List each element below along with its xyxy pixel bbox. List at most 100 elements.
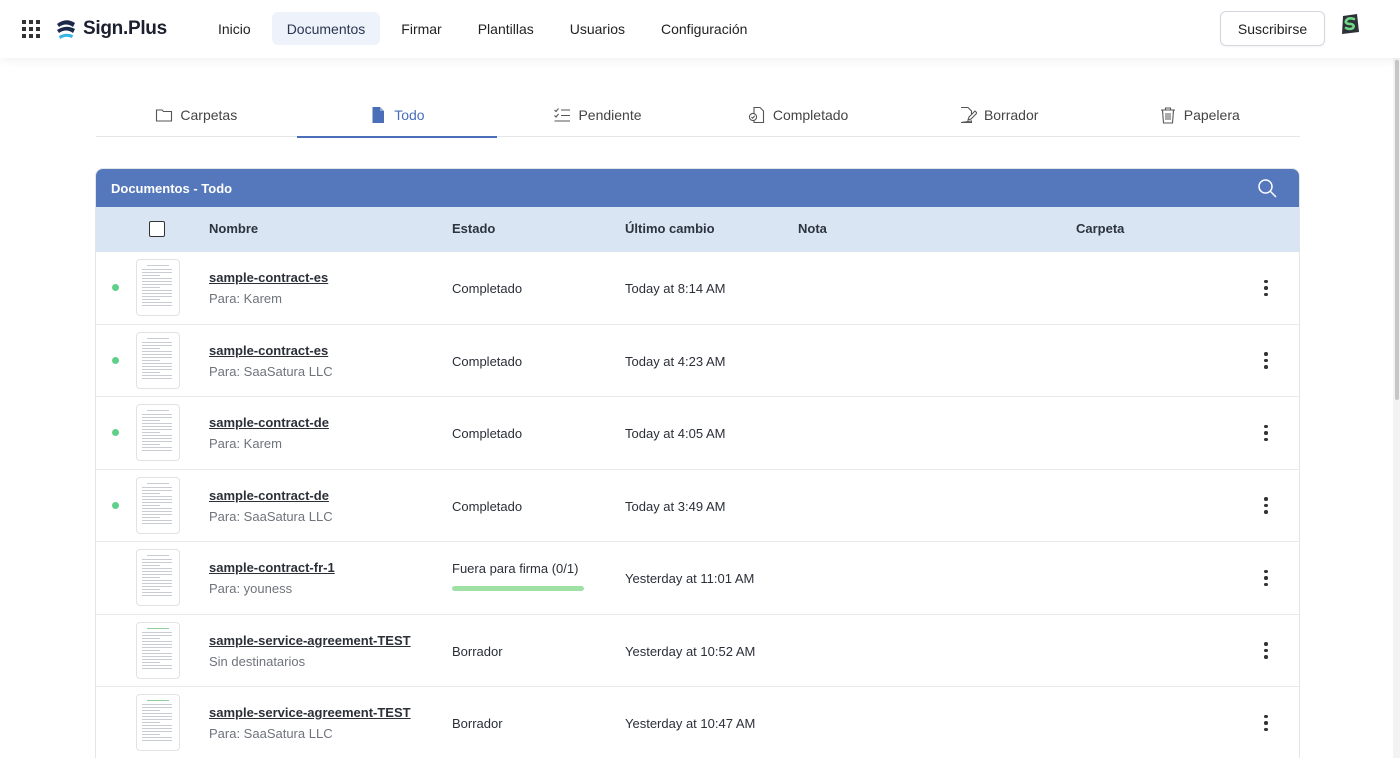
column-header-folder[interactable]: Carpeta bbox=[1076, 221, 1124, 236]
row-actions-menu-icon[interactable] bbox=[1256, 566, 1276, 590]
document-status: Completado bbox=[452, 498, 523, 514]
document-last-change: Yesterday at 10:52 AM bbox=[625, 643, 756, 659]
document-recipient: Sin destinatarios bbox=[209, 653, 306, 669]
table-column-headers: Nombre Estado Último cambio Nota Carpeta bbox=[96, 207, 1299, 252]
document-name-link[interactable]: sample-service-agreement-TEST bbox=[209, 633, 411, 648]
brand-name: Sign.Plus bbox=[83, 18, 167, 39]
document-thumbnail[interactable] bbox=[136, 331, 180, 389]
tab-label: Carpetas bbox=[180, 107, 238, 123]
tab-carpetas[interactable]: Carpetas bbox=[96, 94, 297, 136]
table-row[interactable]: sample-contract-de Para: Karem Completado T… bbox=[96, 397, 1299, 470]
document-name-link[interactable]: sample-contract-de bbox=[209, 415, 329, 430]
document-thumbnail[interactable] bbox=[136, 404, 180, 461]
tab-label: Pendiente bbox=[578, 107, 642, 123]
user-avatar[interactable] bbox=[1339, 13, 1361, 35]
trash-icon bbox=[1160, 107, 1175, 124]
subscribe-button[interactable]: Suscribirse bbox=[1220, 11, 1325, 46]
document-thumbnail[interactable] bbox=[136, 549, 180, 606]
document-recipient: Para: Karem bbox=[209, 291, 282, 306]
nav-inicio[interactable]: Inicio bbox=[203, 12, 266, 45]
completed-document-icon bbox=[748, 106, 764, 124]
row-actions-menu-icon[interactable] bbox=[1256, 276, 1276, 300]
table-row[interactable]: sample-contract-de Para: SaaSatura LLC Com… bbox=[96, 470, 1299, 542]
page-scrollbar-thumb[interactable] bbox=[1395, 60, 1399, 400]
document-status: Completado bbox=[452, 281, 523, 296]
tab-todo[interactable]: Todo bbox=[296, 94, 498, 138]
app-grid-icon[interactable] bbox=[22, 20, 40, 38]
document-icon bbox=[372, 107, 385, 123]
table-row[interactable]: sample-contract-es Para: Karem Completado T… bbox=[96, 252, 1299, 325]
tab-pendiente[interactable]: Pendiente bbox=[497, 94, 698, 136]
tab-completado[interactable]: Completado bbox=[698, 94, 899, 136]
document-name-link[interactable]: sample-contract-es bbox=[209, 343, 328, 358]
document-status: Fuera para firma (0/1) bbox=[452, 561, 579, 576]
document-last-change: Today at 3:49 AM bbox=[625, 498, 726, 514]
documents-table: Documentos - Todo Nombre Estado Último c… bbox=[95, 168, 1300, 758]
document-recipient: Para: Karem bbox=[209, 436, 282, 451]
table-title: Documentos - Todo bbox=[111, 180, 233, 196]
document-recipient: Para: SaaSatura LLC bbox=[209, 508, 333, 524]
table-row[interactable]: sample-service-agreement-TEST Para: SaaSa… bbox=[96, 687, 1299, 758]
table-row[interactable]: sample-contract-es Para: SaaSatura LLC Com… bbox=[96, 325, 1299, 397]
column-header-last-change[interactable]: Último cambio bbox=[625, 221, 715, 236]
row-actions-menu-icon[interactable] bbox=[1256, 421, 1276, 445]
table-body: sample-contract-es Para: Karem Completado T… bbox=[96, 252, 1299, 758]
draft-pen-icon bbox=[960, 106, 977, 124]
document-recipient: Para: youness bbox=[209, 581, 293, 596]
tab-label: Papelera bbox=[1183, 107, 1240, 123]
signing-progress-fill bbox=[452, 586, 584, 591]
nav-plantillas[interactable]: Plantillas bbox=[463, 12, 549, 45]
document-name-link[interactable]: sample-service-agreement-TEST bbox=[209, 705, 411, 720]
tab-label: Borrador bbox=[983, 107, 1039, 123]
search-icon[interactable] bbox=[1257, 178, 1277, 198]
document-recipient: Para: SaaSatura LLC bbox=[209, 363, 333, 379]
nav-usuarios[interactable]: Usuarios bbox=[555, 12, 640, 45]
nav-configuracion[interactable]: Configuración bbox=[646, 12, 762, 45]
main-nav: Inicio Documentos Firmar Plantillas Usua… bbox=[203, 12, 762, 45]
completed-status-dot bbox=[112, 501, 119, 509]
document-status: Borrador bbox=[452, 643, 503, 659]
folder-icon bbox=[156, 109, 173, 122]
column-header-note[interactable]: Nota bbox=[798, 221, 827, 236]
completed-status-dot bbox=[112, 429, 119, 436]
sign-plus-logo-icon bbox=[57, 20, 75, 39]
document-tabs: Carpetas Todo Pendiente Completado Borra… bbox=[96, 94, 1300, 138]
document-last-change: Today at 8:14 AM bbox=[625, 281, 726, 296]
nav-firmar[interactable]: Firmar bbox=[386, 12, 456, 45]
document-name-link[interactable]: sample-contract-fr-1 bbox=[209, 560, 335, 575]
signing-progress-bar bbox=[452, 586, 584, 591]
document-recipient: Para: SaaSatura LLC bbox=[209, 726, 333, 741]
tab-borrador[interactable]: Borrador bbox=[898, 94, 1099, 136]
document-thumbnail[interactable] bbox=[136, 476, 180, 534]
document-last-change: Yesterday at 10:47 AM bbox=[625, 716, 756, 731]
completed-status-dot bbox=[112, 356, 119, 364]
column-header-name[interactable]: Nombre bbox=[209, 221, 258, 236]
row-actions-menu-icon[interactable] bbox=[1256, 711, 1276, 735]
row-actions-menu-icon[interactable] bbox=[1256, 494, 1276, 518]
tab-label: Todo bbox=[394, 107, 425, 123]
document-last-change: Today at 4:05 AM bbox=[625, 426, 726, 441]
document-last-change: Today at 4:23 AM bbox=[625, 353, 726, 369]
document-status: Borrador bbox=[452, 716, 503, 731]
completed-status-dot bbox=[112, 284, 119, 291]
document-name-link[interactable]: sample-contract-de bbox=[209, 488, 329, 503]
document-status: Completado bbox=[452, 353, 523, 369]
tab-papelera[interactable]: Papelera bbox=[1099, 94, 1300, 136]
document-thumbnail[interactable] bbox=[136, 694, 180, 751]
row-actions-menu-icon[interactable] bbox=[1256, 639, 1276, 663]
top-navbar: Sign.Plus Inicio Documentos Firmar Plant… bbox=[0, 0, 1400, 58]
table-row[interactable]: sample-contract-fr-1 Para: youness Fuera p… bbox=[96, 542, 1299, 615]
nav-documentos[interactable]: Documentos bbox=[271, 12, 381, 45]
document-name-link[interactable]: sample-contract-es bbox=[209, 270, 328, 285]
brand-logo[interactable]: Sign.Plus bbox=[55, 15, 167, 43]
document-status: Completado bbox=[452, 426, 523, 441]
select-all-checkbox[interactable] bbox=[149, 221, 165, 237]
table-row[interactable]: sample-service-agreement-TEST Sin destina… bbox=[96, 615, 1299, 687]
document-last-change: Yesterday at 11:01 AM bbox=[625, 571, 755, 586]
row-actions-menu-icon[interactable] bbox=[1256, 349, 1276, 373]
document-thumbnail[interactable] bbox=[136, 621, 180, 679]
column-header-status[interactable]: Estado bbox=[452, 221, 495, 236]
table-header-bar: Documentos - Todo bbox=[96, 169, 1299, 207]
document-thumbnail[interactable] bbox=[136, 259, 180, 316]
tab-label: Completado bbox=[772, 107, 849, 123]
